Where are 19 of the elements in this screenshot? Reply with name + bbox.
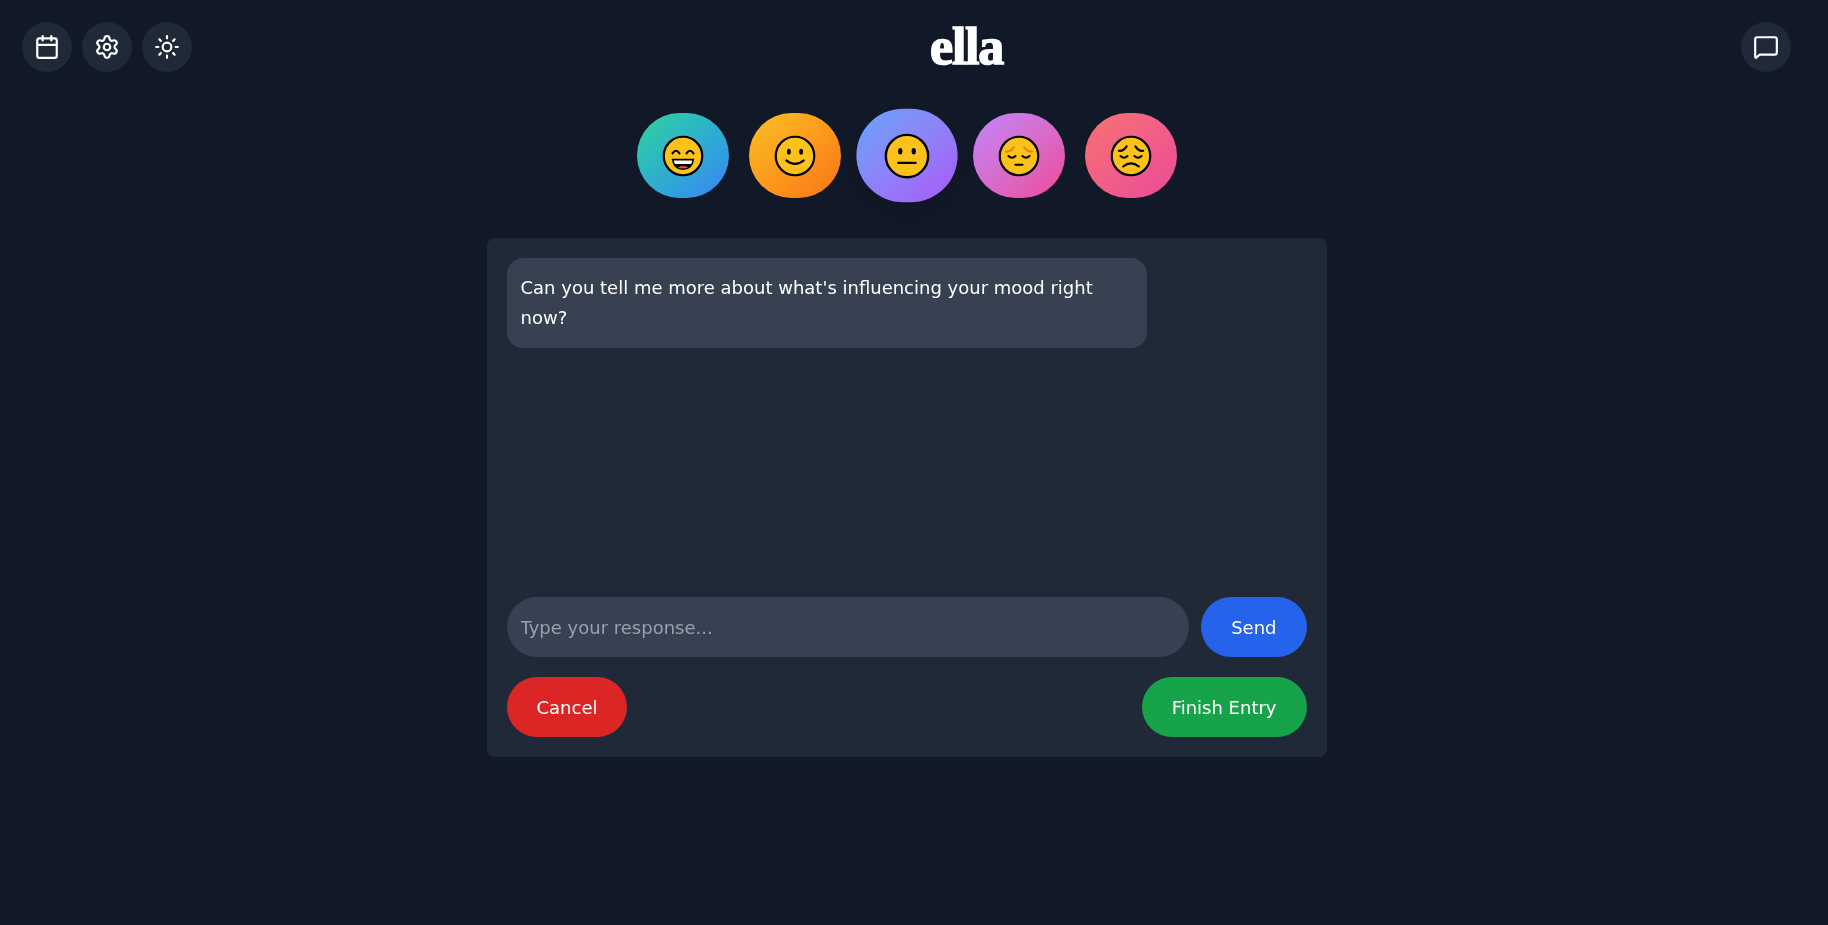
calendar-icon [34, 34, 60, 60]
chat-button[interactable] [1741, 22, 1791, 72]
finish-entry-button[interactable]: Finish Entry [1141, 677, 1307, 737]
pensive-face-icon [997, 134, 1040, 177]
settings-button[interactable] [82, 22, 132, 72]
sun-icon [154, 34, 180, 60]
smiling-face-icon [773, 134, 816, 177]
sad-face-icon [1109, 134, 1152, 177]
logo: ella [930, 21, 1003, 73]
send-button[interactable]: Send [1201, 597, 1307, 657]
assistant-message: Can you tell me more about what's influencing your mood right now? [506, 258, 1147, 348]
grinning-face-icon [661, 134, 704, 177]
theme-toggle-button[interactable] [142, 22, 192, 72]
chat-bubble-icon [1753, 34, 1779, 60]
calendar-button[interactable] [22, 22, 72, 72]
neutral-face-icon [883, 132, 930, 179]
cancel-button[interactable]: Cancel [506, 677, 628, 737]
response-input[interactable]: Type your response... [506, 597, 1190, 657]
settings-icon [94, 34, 120, 60]
